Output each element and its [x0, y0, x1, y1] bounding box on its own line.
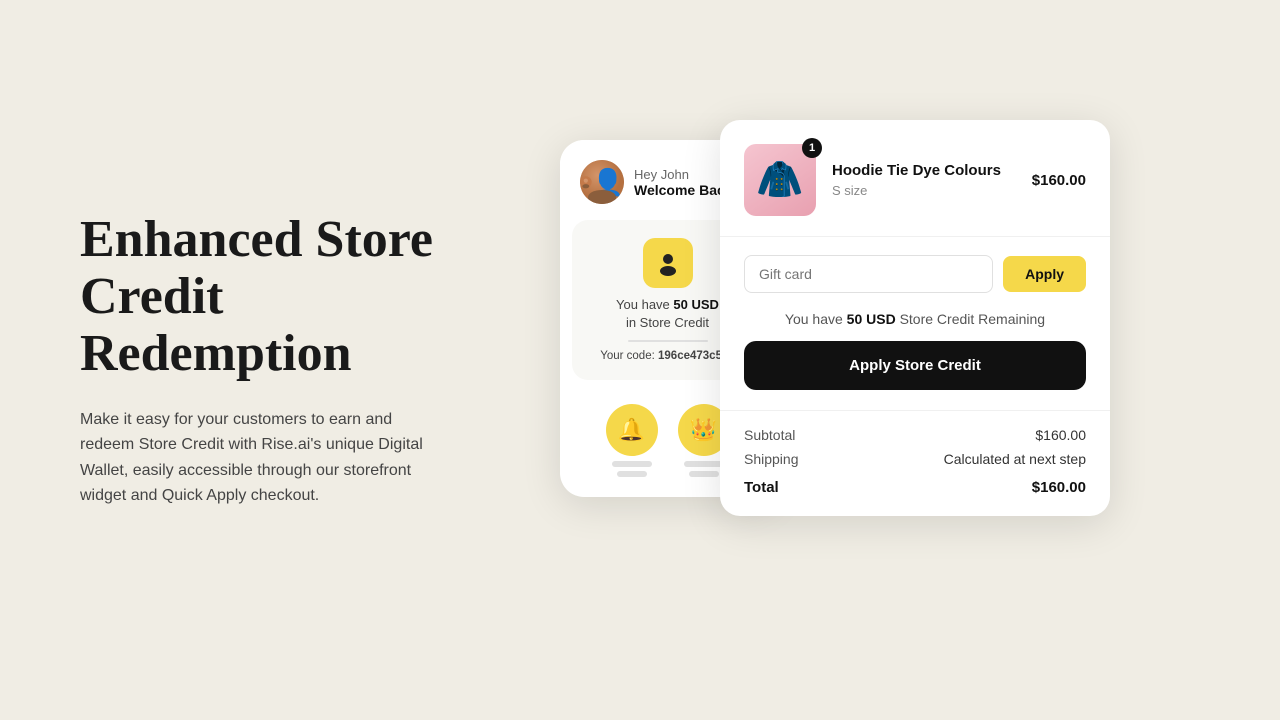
wallet-icon — [643, 238, 693, 288]
avatar-section: Hey John Welcome Back — [580, 160, 733, 204]
code-label: Your code: — [600, 350, 655, 362]
icon-labels-row: 🔔 👑 — [606, 404, 730, 477]
welcome-label: Welcome Back — [634, 182, 733, 198]
cart-badge: 1 — [802, 138, 822, 158]
sub-text: Make it easy for your customers to earn … — [80, 407, 440, 509]
credit-label: You have — [616, 297, 670, 312]
total-row: Total $160.00 — [744, 479, 1086, 496]
main-heading: Enhanced Store Credit Redemption — [80, 211, 500, 383]
crown-icon: 👑 — [690, 417, 717, 443]
shipping-label: Shipping — [744, 451, 799, 467]
crown-label-lines — [684, 461, 724, 477]
label-line-4 — [689, 471, 719, 477]
avatar — [580, 160, 624, 204]
bell-icon: 🔔 — [618, 417, 645, 443]
product-price: $160.00 — [1032, 172, 1086, 189]
page-container: Enhanced Store Credit Redemption Make it… — [0, 0, 1280, 720]
product-name: Hoodie Tie Dye Colours — [832, 162, 1016, 179]
apply-store-credit-button[interactable]: Apply Store Credit — [744, 341, 1086, 390]
gift-card-row: Apply — [720, 237, 1110, 307]
label-line-3 — [684, 461, 724, 467]
hoodie-icon: 🧥 — [756, 158, 803, 202]
gift-card-input[interactable] — [744, 255, 993, 293]
code-text: Your code: 196ce473c50a — [600, 350, 735, 362]
credit-suffix: in Store Credit — [626, 315, 709, 330]
credit-notice-suffix: Store Credit Remaining — [900, 311, 1046, 327]
label-line-1 — [612, 461, 652, 467]
order-summary: Subtotal $160.00 Shipping Calculated at … — [720, 410, 1110, 516]
shipping-value: Calculated at next step — [944, 451, 1086, 467]
product-image: 🧥 1 — [744, 144, 816, 216]
credit-amount: 50 USD — [673, 297, 719, 312]
hey-label: Hey John — [634, 167, 733, 182]
right-section: Hey John Welcome Back You have 50 USD — [560, 100, 1200, 620]
bell-icon-group: 🔔 — [606, 404, 658, 477]
product-row: 🧥 1 Hoodie Tie Dye Colours S size $160.0… — [720, 120, 1110, 237]
apply-gift-card-button[interactable]: Apply — [1003, 256, 1086, 292]
credit-notice-amount: 50 USD — [847, 311, 896, 327]
credit-amount-text: You have 50 USD in Store Credit — [616, 296, 719, 332]
subtotal-value: $160.00 — [1035, 427, 1086, 443]
credit-notice-prefix: You have — [785, 311, 843, 327]
avatar-face — [580, 160, 624, 204]
product-size: S size — [832, 183, 1016, 198]
total-value: $160.00 — [1032, 479, 1086, 496]
total-label: Total — [744, 479, 779, 496]
divider-line — [628, 340, 708, 342]
product-info: Hoodie Tie Dye Colours S size — [832, 162, 1016, 198]
greeting-text: Hey John Welcome Back — [634, 167, 733, 198]
bell-label-lines — [612, 461, 652, 477]
subtotal-row: Subtotal $160.00 — [744, 427, 1086, 443]
left-section: Enhanced Store Credit Redemption Make it… — [80, 211, 540, 509]
store-credit-info: You have 50 USD Store Credit Remaining — [720, 307, 1110, 341]
shipping-row: Shipping Calculated at next step — [744, 451, 1086, 467]
bell-button[interactable]: 🔔 — [606, 404, 658, 456]
label-line-2 — [617, 471, 647, 477]
subtotal-label: Subtotal — [744, 427, 795, 443]
checkout-card: 🧥 1 Hoodie Tie Dye Colours S size $160.0… — [720, 120, 1110, 516]
